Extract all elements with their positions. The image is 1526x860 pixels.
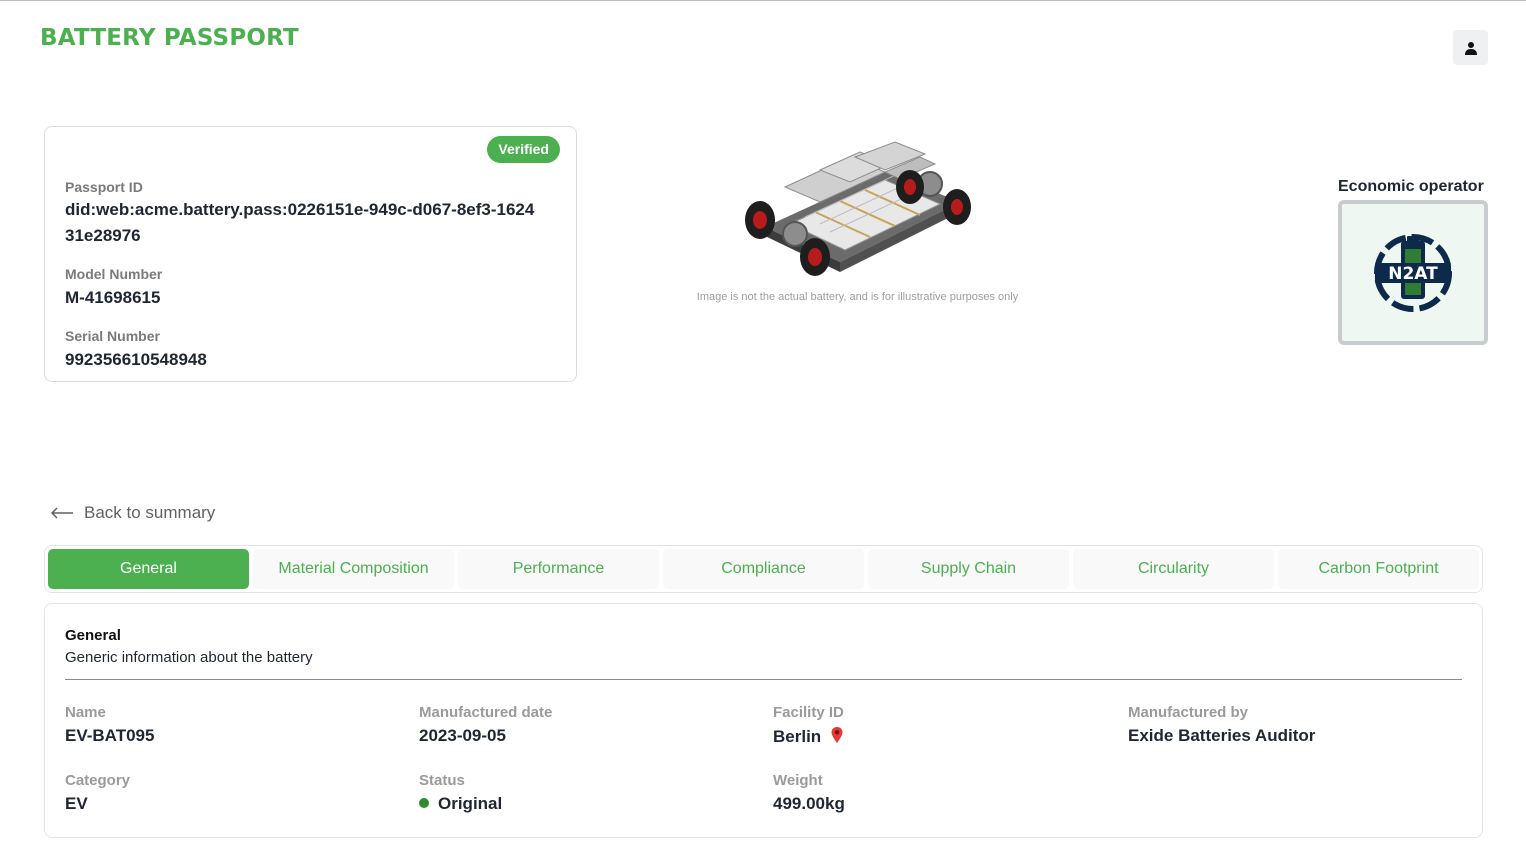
facility-id-value: Berlin [773,726,844,747]
verified-badge: Verified [487,136,560,163]
tab-circularity[interactable]: Circularity [1073,549,1274,589]
manufactured-date-label: Manufactured date [419,704,553,721]
serial-number-label: Serial Number [65,328,160,344]
name-label: Name [65,704,106,721]
status-text: Original [438,794,503,813]
facility-name: Berlin [773,727,822,746]
illustration-caption: Image is not the actual battery, and is … [696,291,1019,303]
panel-title: General [65,627,121,644]
category-label: Category [65,772,131,789]
battery-chassis-illustration [745,141,971,276]
passport-card: Verified Passport ID did:web:acme.batter… [44,126,577,382]
economic-operator-title: Economic operator [1338,178,1484,195]
location-pin-icon[interactable] [830,726,844,744]
top-border [0,0,1526,1]
weight-value: 499.00kg [773,794,845,813]
weight-label: Weight [773,772,823,789]
status-value: Original [419,794,502,814]
logo-text: N2AT [1388,264,1438,284]
tab-performance[interactable]: Performance [458,549,659,589]
tab-material-composition[interactable]: Material Composition [253,549,454,589]
status-dot-icon [419,798,429,808]
panel-subtitle: Generic information about the battery [65,649,313,666]
tab-supply-chain[interactable]: Supply Chain [868,549,1069,589]
back-to-summary-link[interactable]: Back to summary [50,503,215,523]
back-label: Back to summary [84,503,216,522]
arrow-left-icon [50,507,73,519]
status-label: Status [419,772,465,789]
economic-operator-logo[interactable]: N2AT [1338,200,1488,345]
category-value: EV [65,794,88,813]
serial-number-value: 992356610548948 [65,350,207,369]
section-tabs: General Material Composition Performance… [44,545,1483,593]
facility-id-label: Facility ID [773,704,844,721]
manufactured-by-label: Manufactured by [1128,704,1249,721]
tab-compliance[interactable]: Compliance [663,549,864,589]
general-panel: General Generic information about the ba… [44,603,1483,838]
model-number-value: M-41698615 [65,288,161,307]
manufactured-by-value: Exide Batteries Auditor [1128,726,1316,745]
name-value: EV-BAT095 [65,726,155,745]
model-number-label: Model Number [65,266,163,282]
tab-general[interactable]: General [48,549,249,589]
divider [65,679,1462,680]
passport-id-value: did:web:acme.battery.pass:0226151e-949c-… [65,200,535,245]
tab-carbon-footprint[interactable]: Carbon Footprint [1278,549,1479,589]
user-menu-button[interactable] [1453,30,1488,65]
manufactured-date-value: 2023-09-05 [419,726,506,745]
brand-title: BATTERY PASSPORT [40,25,299,51]
user-icon [1464,41,1477,55]
n2at-logo: N2AT [1374,233,1452,312]
passport-id-label: Passport ID [65,179,143,195]
